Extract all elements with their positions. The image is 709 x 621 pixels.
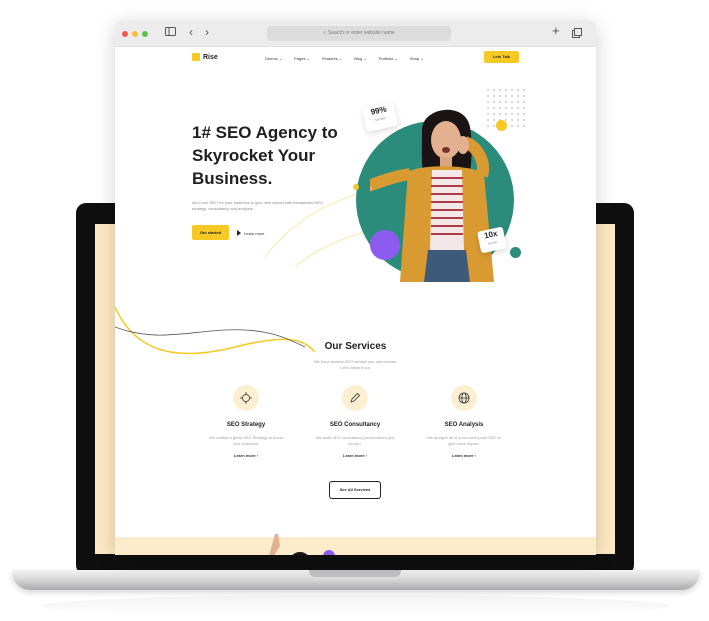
get-started-button[interactable]: Get started [192, 225, 229, 240]
service-card-strategy: SEO Strategy We crafted a great SEO Stra… [201, 385, 291, 458]
laptop-notch [309, 570, 401, 577]
next-section-band [115, 537, 596, 555]
globe-icon [451, 385, 477, 411]
nav-item-demos[interactable]: Demos [265, 56, 282, 61]
laptop-shadow [40, 595, 670, 617]
hero-title-line3: Business. [192, 169, 273, 188]
back-icon[interactable]: ‹ [189, 26, 193, 38]
hero-title-line2: Your [273, 146, 316, 165]
service-card-title: SEO Strategy [226, 422, 266, 428]
address-bar[interactable]: ⌕ Search or enter website name [267, 26, 451, 41]
new-tab-icon[interactable]: + [552, 24, 560, 37]
minimize-window-button[interactable] [132, 31, 138, 37]
learn-more-button[interactable]: Learn more [237, 230, 264, 236]
pen-icon [342, 385, 368, 411]
nav-item-pages[interactable]: Pages [294, 56, 310, 61]
browser-titlebar: ‹ › ⌕ Search or enter website name + [115, 20, 596, 47]
next-section-purple-dot [323, 550, 335, 555]
service-learn-more-label: Learn more [451, 453, 474, 458]
yellow-dot-decoration-small [353, 184, 359, 190]
tabs-overview-icon[interactable] [572, 28, 582, 41]
service-card-desc: We crafted a great SEO Strategy to boost… [209, 435, 283, 446]
service-card-consultancy: SEO Consultancy We build SEO consultancy… [310, 385, 400, 458]
hero-title-highlight: Skyrocket [192, 146, 274, 166]
hero-purple-circle [370, 230, 400, 260]
site-logo[interactable]: Rise [192, 53, 218, 61]
service-learn-more-label: Learn more [342, 453, 365, 458]
service-card-title: SEO Analysis [444, 422, 484, 428]
website-page: Rise Demos Pages Features Blog Portfolio… [115, 47, 596, 555]
close-window-button[interactable] [122, 31, 128, 37]
services-title: Our Services [324, 341, 387, 352]
address-placeholder: Search or enter website name [328, 30, 395, 36]
learn-more-label: Learn more [244, 230, 265, 236]
service-card-desc: We analyze all of your touch point SEO t… [427, 435, 501, 446]
search-icon: ⌕ [323, 30, 327, 36]
main-nav: Demos Pages Features Blog Portfolio Shop [265, 56, 424, 61]
forward-icon[interactable]: › [205, 26, 209, 38]
lets-talk-button[interactable]: Lets Talk [484, 51, 519, 63]
service-learn-more-label: Learn more [233, 453, 256, 458]
see-all-services-button[interactable]: See All Services [329, 481, 381, 499]
laptop-mockup: ‹ › ⌕ Search or enter website name + Rise… [0, 0, 709, 621]
maximize-window-button[interactable] [142, 31, 148, 37]
services-subtitle: We have several SEO service you can choo… [313, 359, 398, 370]
service-card-analysis: SEO Analysis We analyze all of your touc… [419, 385, 509, 458]
nav-item-shop[interactable]: Shop [410, 56, 424, 61]
nav-item-features[interactable]: Features [322, 56, 342, 61]
service-card-desc: We build SEO consultancy personalized ju… [315, 435, 395, 446]
service-learn-more-link[interactable]: Learn more › [419, 453, 509, 458]
service-learn-more-link[interactable]: Learn more › [310, 453, 400, 458]
play-icon [237, 230, 241, 236]
logo-mark-icon [192, 53, 200, 61]
sidebar-icon[interactable] [165, 27, 176, 39]
next-section-person-image [269, 534, 308, 555]
hero-title-line1: 1# SEO Agency to [192, 123, 338, 142]
browser-window: ‹ › ⌕ Search or enter website name + Rise… [115, 20, 596, 555]
logo-text: Rise [203, 53, 218, 61]
nav-item-portfolio[interactable]: Portfolio [379, 56, 398, 61]
service-learn-more-link[interactable]: Learn more › [201, 453, 291, 458]
hero-title: 1# SEO Agency to Skyrocket Your Business… [192, 121, 362, 190]
hero-subtitle: All in one SEO for your business to give… [192, 200, 324, 211]
crosshair-icon [233, 385, 259, 411]
nav-item-blog[interactable]: Blog [354, 56, 366, 61]
service-card-title: SEO Consultancy [329, 422, 381, 428]
